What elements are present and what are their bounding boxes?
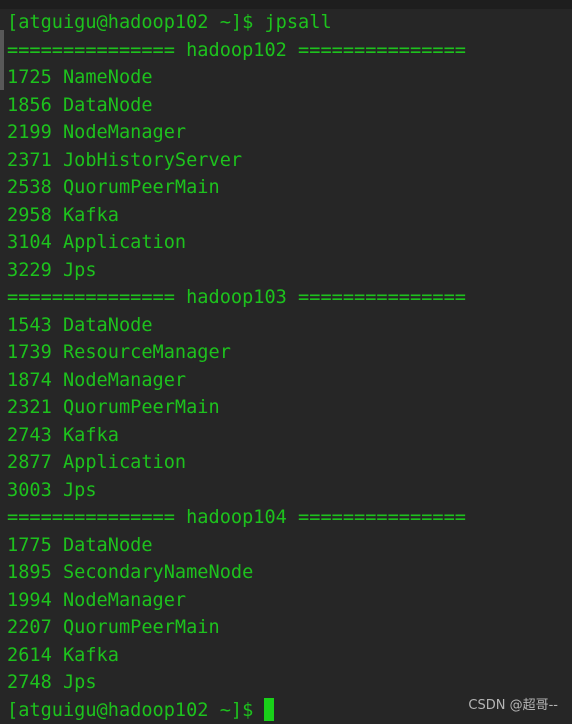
terminal-line: 1874 NodeManager [7,367,466,395]
terminal-output[interactable]: [atguigu@hadoop102 ~]$ jpsall===========… [7,9,466,724]
terminal-line: 2371 JobHistoryServer [7,147,466,175]
shell-prompt: [atguigu@hadoop102 ~]$ [7,700,253,721]
terminal-line: 3003 Jps [7,477,466,505]
watermark: CSDN @超哥-- [468,694,558,713]
window-edge [0,30,4,90]
terminal-line: 2748 Jps [7,669,466,697]
terminal-line: 1739 ResourceManager [7,339,466,367]
terminal-line: =============== hadoop102 ==============… [7,37,466,65]
terminal-line: 1895 SecondaryNameNode [7,559,466,587]
terminal-line: 2199 NodeManager [7,119,466,147]
terminal-line: 2207 QuorumPeerMain [7,614,466,642]
terminal-line: 2877 Application [7,449,466,477]
terminal-line: 2538 QuorumPeerMain [7,174,466,202]
prompt-line[interactable]: [atguigu@hadoop102 ~]$ [7,697,466,724]
terminal-line: 1725 NameNode [7,64,466,92]
terminal-line: 1775 DataNode [7,532,466,560]
terminal-line: =============== hadoop104 ==============… [7,504,466,532]
terminal-line: 1543 DataNode [7,312,466,340]
terminal-line: 3104 Application [7,229,466,257]
terminal-line: 3229 Jps [7,257,466,285]
window-top-bar [0,0,572,9]
terminal-line: 2614 Kafka [7,642,466,670]
terminal-line: 2958 Kafka [7,202,466,230]
terminal-line: =============== hadoop103 ==============… [7,284,466,312]
terminal-line: 1994 NodeManager [7,587,466,615]
terminal-line: 2321 QuorumPeerMain [7,394,466,422]
terminal-line: 1856 DataNode [7,92,466,120]
cursor [264,698,274,721]
terminal-line: 2743 Kafka [7,422,466,450]
terminal-line: [atguigu@hadoop102 ~]$ jpsall [7,9,466,37]
